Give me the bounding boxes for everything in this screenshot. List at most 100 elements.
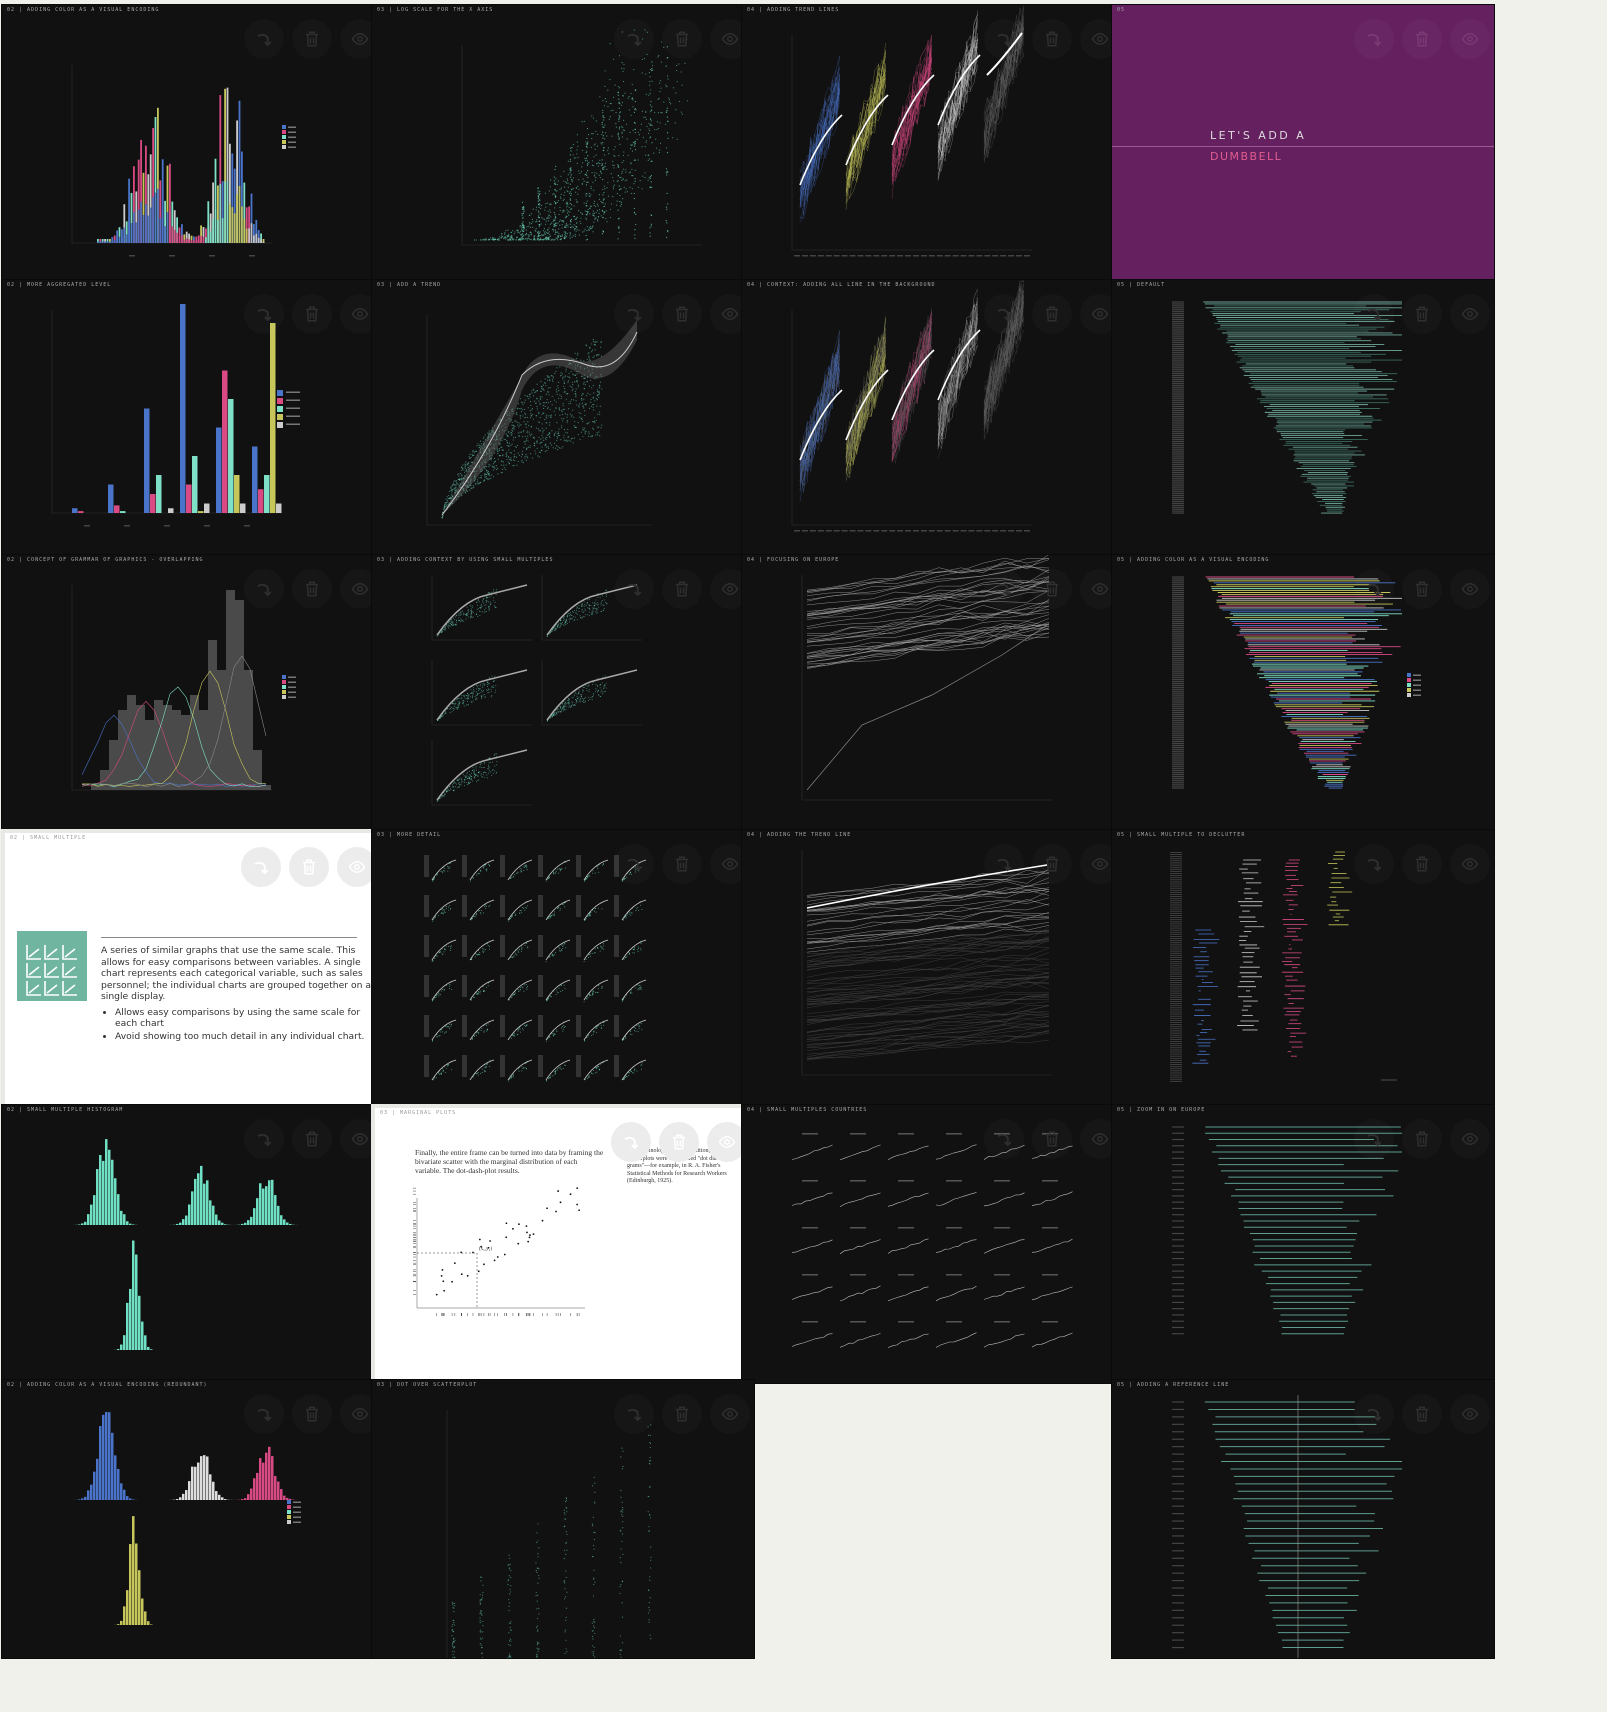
delete-button[interactable] [1402,1119,1442,1159]
delete-button[interactable] [1032,1119,1072,1159]
delete-button[interactable] [292,294,332,334]
chart-card-europe-lines[interactable]: 04 | Focusing on Europe [741,554,1125,834]
rotate-button[interactable] [241,847,281,887]
view-button[interactable] [1450,1119,1490,1159]
delete-button[interactable] [292,1394,332,1434]
eye-icon [351,580,369,598]
delete-button[interactable] [659,1122,699,1162]
delete-button[interactable] [1032,844,1072,884]
rotate-icon [995,580,1013,598]
rotate-button[interactable] [1354,294,1394,334]
rotate-button[interactable] [1354,844,1394,884]
rotate-icon [1365,1405,1383,1423]
rotate-button[interactable] [984,1119,1024,1159]
delete-button[interactable] [1402,569,1442,609]
card-actions [244,1394,380,1434]
rotate-button[interactable] [244,1119,284,1159]
trash-icon [673,855,691,873]
delete-button[interactable] [292,19,332,59]
delete-button[interactable] [1402,1394,1442,1434]
rotate-icon [1365,305,1383,323]
card-actions [244,294,380,334]
view-button[interactable] [1450,294,1490,334]
delete-button[interactable] [1402,294,1442,334]
view-button[interactable] [710,1394,750,1434]
chart-card-log-scatter[interactable]: 03 | Log scale for the X axis [371,4,755,284]
rotate-icon [995,30,1013,48]
delete-button[interactable] [289,847,329,887]
rotate-button[interactable] [244,1394,284,1434]
chart-card-panels-bg[interactable]: 04 | Context: adding all line in the bac… [741,279,1125,559]
chart-card-dumbbell-color[interactable]: 05 | Adding color as a visual encoding [1111,554,1495,834]
rotate-button[interactable] [614,569,654,609]
eye-icon [1461,1405,1479,1423]
card-actions [611,1122,747,1162]
chart-card-refline[interactable]: 05 | Adding a reference line [1111,1379,1495,1659]
delete-button[interactable] [1402,844,1442,884]
delete-button[interactable] [1032,19,1072,59]
delete-button[interactable] [292,1119,332,1159]
chart-card-hist-mult[interactable]: 02 | Small multiple histogram [1,1104,385,1384]
rotate-button[interactable] [1354,1119,1394,1159]
chart-card-trend[interactable]: 03 | Add a trend [371,279,755,559]
chart-card-trend-panels[interactable]: 04 | Adding trend lines [741,4,1125,284]
rotate-button[interactable] [984,294,1024,334]
rotate-button[interactable] [984,844,1024,884]
rotate-button[interactable] [984,19,1024,59]
trash-icon [303,580,321,598]
view-button[interactable] [1450,19,1490,59]
rotate-button[interactable] [1354,569,1394,609]
rotate-button[interactable] [614,19,654,59]
delete-button[interactable] [1032,294,1072,334]
chart-card-promo[interactable]: 05 LET'S ADD A DUMBBELL [1111,4,1495,284]
eye-icon [1091,1130,1109,1148]
delete-button[interactable] [1032,569,1072,609]
rotate-button[interactable] [244,294,284,334]
chart-card-dot-scatter[interactable]: 03 | Dot over scatterplot [371,1379,755,1659]
view-button[interactable] [1450,1394,1490,1434]
rotate-button[interactable] [611,1122,651,1162]
trash-icon [1043,1130,1061,1148]
trash-icon [303,30,321,48]
delete-button[interactable] [662,294,702,334]
chart-card-hist-color[interactable]: 02 | Adding color as a visual encoding (… [1,1379,385,1659]
divider [1112,146,1494,147]
card-actions [244,1119,380,1159]
rotate-button[interactable] [614,294,654,334]
rotate-button[interactable] [614,1394,654,1434]
card-actions [1354,19,1490,59]
trash-icon [1043,305,1061,323]
card-actions [241,847,377,887]
trash-icon [1413,30,1431,48]
eye-icon [1091,580,1109,598]
delete-button[interactable] [1402,19,1442,59]
chart-card-declutter[interactable]: 05 | Small multiple to declutter [1111,829,1495,1109]
rotate-button[interactable] [1354,1394,1394,1434]
chart-card-bars-dense[interactable]: 02 | Adding color as a visual encoding [1,4,385,284]
chart-card-countries[interactable]: 04 | Small multiples countries [741,1104,1125,1384]
chart-card-bars-agg[interactable]: 02 | More aggregated level [1,279,385,559]
eye-icon [1461,580,1479,598]
chart-card-zoom-europe[interactable]: 05 | Zoom in on Europe [1111,1104,1495,1384]
rotate-button[interactable] [244,569,284,609]
rotate-button[interactable] [1354,19,1394,59]
rotate-button[interactable] [244,19,284,59]
chart-card-grid-mult[interactable]: 03 | More detail [371,829,755,1109]
view-button[interactable] [1450,569,1490,609]
chart-card-trendline[interactable]: 04 | Adding the trend line [741,829,1125,1109]
chart-card-paper[interactable]: 03 | Marginal plots (x₁,y₁) Finally, the e… [371,1104,755,1384]
delete-button[interactable] [662,844,702,884]
delete-button[interactable] [662,19,702,59]
rotate-button[interactable] [614,844,654,884]
trash-icon [303,1405,321,1423]
rotate-icon [255,1130,273,1148]
chart-card-dumbbell[interactable]: 05 | Default [1111,279,1495,559]
chart-card-small-mult[interactable]: 03 | Adding context by using small multi… [371,554,755,834]
delete-button[interactable] [662,1394,702,1434]
delete-button[interactable] [662,569,702,609]
chart-card-slide[interactable]: 02 | Small multiple A series of similar g… [1,829,385,1109]
view-button[interactable] [1450,844,1490,884]
chart-card-area-hist[interactable]: 02 | Concept of grammar of graphics - ov… [1,554,385,834]
delete-button[interactable] [292,569,332,609]
rotate-button[interactable] [984,569,1024,609]
